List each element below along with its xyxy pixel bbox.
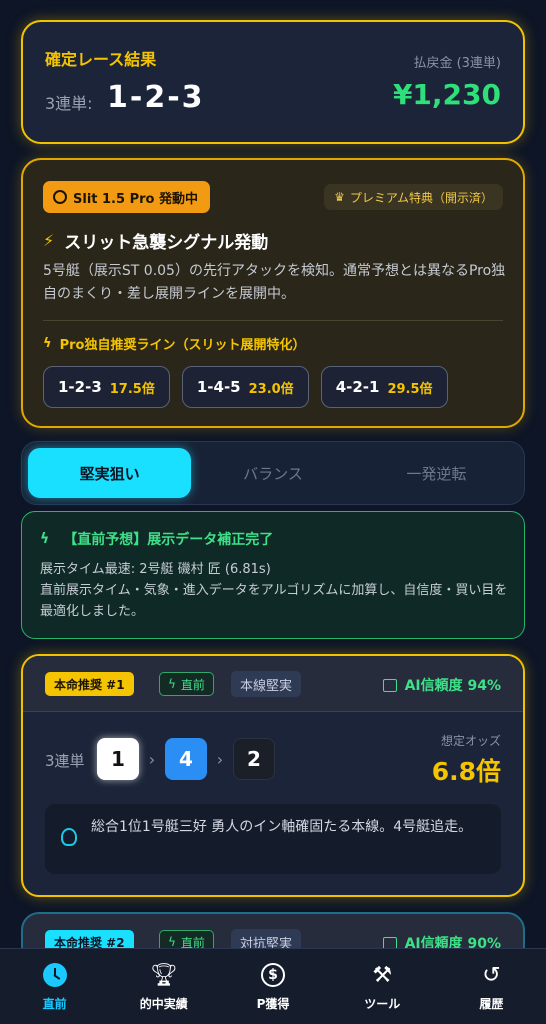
- tab-steady[interactable]: 堅実狙い: [28, 448, 192, 498]
- update-notice-card: ϟ 【直前予想】展示データ補正完了 展示タイム最速: 2号艇 磯村 匠 (6.8…: [21, 511, 525, 639]
- bolt-icon: ϟ: [43, 336, 52, 351]
- nav-label: 的中実績: [139, 997, 188, 1011]
- update-title: ϟ 【直前予想】展示データ補正完了: [40, 529, 273, 549]
- boat-number: 1: [97, 738, 139, 780]
- pick-combo: 1-2-3: [58, 378, 102, 396]
- result-combo: 1-2-3: [107, 80, 205, 115]
- premium-badge: ♛ プレミアム特典（開示済）: [324, 184, 503, 210]
- pro-signal-card: Slit 1.5 Pro 発動中 ♛ プレミアム特典（開示済） ⚡ スリット急襲…: [21, 158, 525, 428]
- nav-item-points[interactable]: $ P獲得: [218, 949, 327, 1024]
- bolt-icon: ϟ: [168, 935, 176, 949]
- boat-number: 2: [233, 738, 275, 780]
- pick-odds: 29.5倍: [387, 381, 433, 397]
- rec-header: 本命推奨 #1 ϟ 直前 本線堅実 AI信頼度 94%: [23, 656, 523, 712]
- tab-balance[interactable]: バランス: [191, 448, 354, 498]
- bolt-icon: ⚡: [43, 231, 55, 250]
- lightbulb-icon: [61, 828, 77, 846]
- pro-line-title-text: Pro独自推奨ライン（スリット展開特化）: [59, 338, 306, 353]
- update-line-1: 展示タイム最速: 2号艇 磯村 匠 (6.81s): [40, 562, 271, 577]
- history-icon: ↺: [482, 962, 501, 988]
- clock-icon: [42, 961, 67, 989]
- nav-label: ツール: [364, 997, 401, 1011]
- boat-sequence: 1 › 4 › 2: [97, 738, 275, 780]
- update-text: 展示タイム最速: 2号艇 磯村 匠 (6.81s) 直前展示タイム・気象・進入デ…: [40, 559, 510, 622]
- pro-pick-list: 1-2-3 17.5倍 1-4-5 23.0倍 4-2-1 29.5倍: [43, 366, 448, 408]
- crown-icon: ♛: [334, 190, 345, 204]
- recommendation-card[interactable]: 本命推奨 #1 ϟ 直前 本線堅実 AI信頼度 94% 3連単 1 › 4 › …: [21, 654, 525, 897]
- premium-label: プレミアム特典（開示済）: [349, 190, 493, 205]
- chevron-right-icon: ›: [148, 749, 156, 769]
- ai-confidence: AI信頼度 94%: [382, 675, 501, 695]
- page: 確定レース結果 3連単: 1-2-3 払戻金 (3連単) ¥1,230 Slit…: [0, 0, 546, 1024]
- update-line-2: 直前展示タイム・気象・進入データをアルゴリズムに加算し、自信度・買い目を最適化し…: [40, 583, 508, 619]
- rec-comment: 総合1位1号艇三好 勇人のイン軸確固たる本線。4号艇追走。: [91, 819, 473, 835]
- pick-odds: 17.5倍: [109, 381, 155, 397]
- tab-comeback[interactable]: 一発逆転: [355, 448, 518, 498]
- signal-title-text: スリット急襲シグナル発動: [64, 233, 269, 253]
- pick-combo: 4-2-1: [335, 378, 380, 396]
- tools-icon: ⚒: [372, 962, 393, 988]
- pre-race-label: 直前: [180, 677, 205, 692]
- pro-pick-chip[interactable]: 4-2-1 29.5倍: [320, 366, 448, 408]
- pro-pick-chip[interactable]: 1-4-5 23.0倍: [181, 366, 309, 408]
- bar-chart-icon: [382, 678, 397, 692]
- dollar-icon: $: [261, 961, 285, 989]
- odds-value: 6.8倍: [431, 757, 501, 786]
- pro-badge: Slit 1.5 Pro 発動中: [43, 181, 210, 213]
- strategy-tabs: 堅実狙い バランス 一発逆転: [21, 441, 525, 505]
- odds-label: 想定オッズ: [440, 734, 501, 748]
- pro-pick-chip[interactable]: 1-2-3 17.5倍: [43, 366, 170, 408]
- rec-type-tag: 本線堅実: [231, 671, 302, 697]
- rec-rank-tag: 本命推奨 #1: [45, 672, 134, 696]
- result-bet-type: 3連単:: [45, 94, 93, 113]
- boat-number: 4: [165, 738, 207, 780]
- nav-label: 直前: [42, 997, 67, 1011]
- signal-description: 5号艇（展示ST 0.05）の先行アタックを検知。通常予想とは異なるPro独自の…: [43, 263, 506, 302]
- bolt-icon: ϟ: [40, 531, 50, 547]
- bottom-navigation: 直前 🏆︎ 的中実績 $ P獲得 ⚒ ツール ↺ 履歴: [0, 948, 546, 1024]
- nav-item-hit-record[interactable]: 🏆︎ 的中実績: [109, 949, 218, 1024]
- rec-comment-box: 総合1位1号艇三好 勇人のイン軸確固たる本線。4号艇追走。: [45, 804, 501, 874]
- pick-odds: 23.0倍: [248, 381, 294, 397]
- bolt-icon: ϟ: [168, 677, 176, 691]
- nav-item-tools[interactable]: ⚒ ツール: [328, 949, 437, 1024]
- divider: [43, 320, 503, 321]
- rec-bet-type: 3連単: [45, 752, 85, 770]
- ai-confidence-text: AI信頼度 94%: [404, 678, 501, 694]
- update-title-text: 【直前予想】展示データ補正完了: [63, 532, 274, 548]
- payout-label: 払戻金 (3連単): [413, 56, 501, 71]
- nav-label: 履歴: [479, 997, 504, 1011]
- signal-title: ⚡ スリット急襲シグナル発動: [43, 228, 268, 253]
- chevron-right-icon: ›: [216, 749, 224, 769]
- award-icon: [53, 190, 67, 204]
- trophy-icon: 🏆︎: [149, 962, 178, 988]
- pro-line-title: ϟ Pro独自推奨ライン（スリット展開特化）: [43, 334, 305, 353]
- pick-combo: 1-4-5: [196, 378, 241, 396]
- payout-value: ¥1,230: [392, 78, 501, 111]
- result-title: 確定レース結果: [45, 50, 157, 69]
- nav-item-pre-race[interactable]: 直前: [0, 949, 109, 1024]
- race-result-card: 確定レース結果 3連単: 1-2-3 払戻金 (3連単) ¥1,230: [21, 20, 525, 144]
- nav-label: P獲得: [256, 997, 290, 1011]
- pre-race-tag: ϟ 直前: [159, 672, 214, 696]
- pro-badge-label: Slit 1.5 Pro 発動中: [73, 191, 198, 207]
- nav-item-history[interactable]: ↺ 履歴: [437, 949, 546, 1024]
